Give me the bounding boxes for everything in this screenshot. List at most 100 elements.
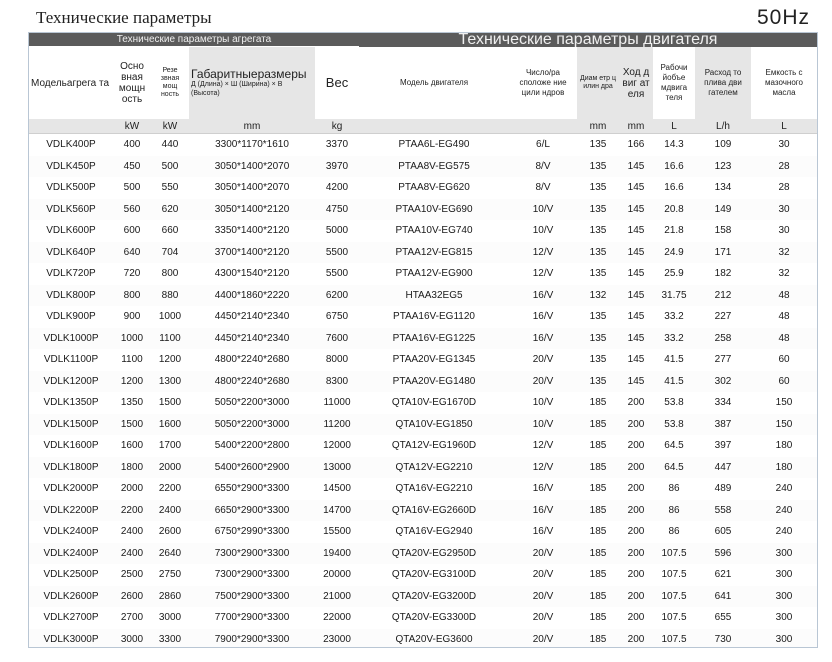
cell-model: VDLK720P <box>29 263 113 285</box>
cell-bore: 135 <box>577 220 619 242</box>
cell-cylinders: 8/V <box>509 155 577 177</box>
header-row: Модельагрега та Осно вная мощн ость Резе… <box>29 47 817 119</box>
cell-oil: 32 <box>751 241 817 263</box>
cell-fuel: 171 <box>695 241 751 263</box>
cell-fuel: 730 <box>695 628 751 647</box>
cell-main-power: 1000 <box>113 327 151 349</box>
cell-engine-model: QTA20V-EG3100D <box>359 564 509 586</box>
cell-main-power: 2700 <box>113 607 151 629</box>
cell-standby-power: 2860 <box>151 585 189 607</box>
table-row: VDLK2500P 2500 2750 7300*2900*3300 20000… <box>29 564 817 586</box>
cell-standby-power: 1000 <box>151 306 189 328</box>
cell-dimensions: 5050*2200*3000 <box>189 413 315 435</box>
cell-bore: 185 <box>577 435 619 457</box>
cell-model: VDLK2400P <box>29 542 113 564</box>
cell-weight: 13000 <box>315 456 359 478</box>
unit-main-power: kW <box>113 119 151 134</box>
cell-fuel: 212 <box>695 284 751 306</box>
cell-dimensions: 6750*2990*3300 <box>189 521 315 543</box>
cell-main-power: 2000 <box>113 478 151 500</box>
cell-cylinders: 10/V <box>509 198 577 220</box>
cell-fuel: 123 <box>695 155 751 177</box>
cell-standby-power: 440 <box>151 133 189 156</box>
engine-params-band: Технические параметры двигателя <box>359 33 817 47</box>
cell-bore: 185 <box>577 564 619 586</box>
cell-displacement: 33.2 <box>653 306 695 328</box>
cell-stroke: 145 <box>619 177 653 199</box>
unit-cylinders <box>509 119 577 134</box>
cell-cylinders: 10/V <box>509 392 577 414</box>
cell-main-power: 2500 <box>113 564 151 586</box>
cell-standby-power: 800 <box>151 263 189 285</box>
cell-engine-model: QTA12V-EG2210 <box>359 456 509 478</box>
cell-model: VDLK900P <box>29 306 113 328</box>
cell-dimensions: 4300*1540*2120 <box>189 263 315 285</box>
cell-stroke: 200 <box>619 607 653 629</box>
cell-oil: 60 <box>751 349 817 371</box>
cell-displacement: 64.5 <box>653 456 695 478</box>
cell-oil: 150 <box>751 392 817 414</box>
table-row: VDLK1200P 1200 1300 4800*2240*2680 8300 … <box>29 370 817 392</box>
table-row: VDLK2200P 2200 2400 6650*2900*3300 14700… <box>29 499 817 521</box>
cell-displacement: 53.8 <box>653 392 695 414</box>
cell-weight: 22000 <box>315 607 359 629</box>
cell-cylinders: 8/V <box>509 177 577 199</box>
table-row: VDLK2700P 2700 3000 7700*2900*3300 22000… <box>29 607 817 629</box>
cell-engine-model: QTA10V-EG1670D <box>359 392 509 414</box>
cell-weight: 8000 <box>315 349 359 371</box>
cell-standby-power: 2400 <box>151 499 189 521</box>
cell-displacement: 24.9 <box>653 241 695 263</box>
cell-oil: 60 <box>751 370 817 392</box>
cell-oil: 180 <box>751 435 817 457</box>
cell-main-power: 1600 <box>113 435 151 457</box>
cell-dimensions: 3350*1400*2120 <box>189 220 315 242</box>
cell-stroke: 200 <box>619 542 653 564</box>
cell-dimensions: 4450*2140*2340 <box>189 306 315 328</box>
cell-bore: 185 <box>577 456 619 478</box>
cell-bore: 135 <box>577 155 619 177</box>
table-row: VDLK1350P 1350 1500 5050*2200*3000 11000… <box>29 392 817 414</box>
table-row: VDLK1500P 1500 1600 5050*2200*3000 11200… <box>29 413 817 435</box>
cell-main-power: 900 <box>113 306 151 328</box>
cell-dimensions: 5400*2600*2900 <box>189 456 315 478</box>
table-row: VDLK800P 800 880 4400*1860*2220 6200 HTA… <box>29 284 817 306</box>
cell-dimensions: 4800*2240*2680 <box>189 349 315 371</box>
cell-standby-power: 2000 <box>151 456 189 478</box>
cell-weight: 14700 <box>315 499 359 521</box>
table-row: VDLK2400P 2400 2600 6750*2990*3300 15500… <box>29 521 817 543</box>
cell-oil: 240 <box>751 499 817 521</box>
cell-bore: 185 <box>577 542 619 564</box>
cell-cylinders: 12/V <box>509 241 577 263</box>
cell-cylinders: 16/V <box>509 521 577 543</box>
cell-stroke: 145 <box>619 155 653 177</box>
cell-standby-power: 3000 <box>151 607 189 629</box>
cell-bore: 135 <box>577 263 619 285</box>
header-standby-power: Резе звная мощ ность <box>151 47 189 119</box>
cell-model: VDLK640P <box>29 241 113 263</box>
cell-model: VDLK2000P <box>29 478 113 500</box>
cell-oil: 48 <box>751 306 817 328</box>
cell-cylinders: 6/L <box>509 133 577 156</box>
cell-fuel: 655 <box>695 607 751 629</box>
cell-engine-model: PTAA16V-EG1120 <box>359 306 509 328</box>
cell-dimensions: 3700*1400*2120 <box>189 241 315 263</box>
cell-displacement: 41.5 <box>653 349 695 371</box>
cell-oil: 32 <box>751 263 817 285</box>
cell-oil: 30 <box>751 220 817 242</box>
header-dimensions-title: Габаритныеразмеры <box>191 66 307 81</box>
cell-bore: 185 <box>577 478 619 500</box>
header-model: Модельагрега та <box>29 47 113 119</box>
cell-engine-model: QTA20V-EG2950D <box>359 542 509 564</box>
cell-main-power: 450 <box>113 155 151 177</box>
cell-model: VDLK2700P <box>29 607 113 629</box>
cell-bore: 132 <box>577 284 619 306</box>
cell-oil: 300 <box>751 564 817 586</box>
cell-dimensions: 7300*2900*3300 <box>189 542 315 564</box>
cell-main-power: 2400 <box>113 542 151 564</box>
cell-displacement: 107.5 <box>653 607 695 629</box>
cell-main-power: 500 <box>113 177 151 199</box>
page-title: Технические параметры <box>36 8 212 27</box>
cell-model: VDLK400P <box>29 133 113 156</box>
cell-bore: 135 <box>577 133 619 156</box>
cell-displacement: 25.9 <box>653 263 695 285</box>
